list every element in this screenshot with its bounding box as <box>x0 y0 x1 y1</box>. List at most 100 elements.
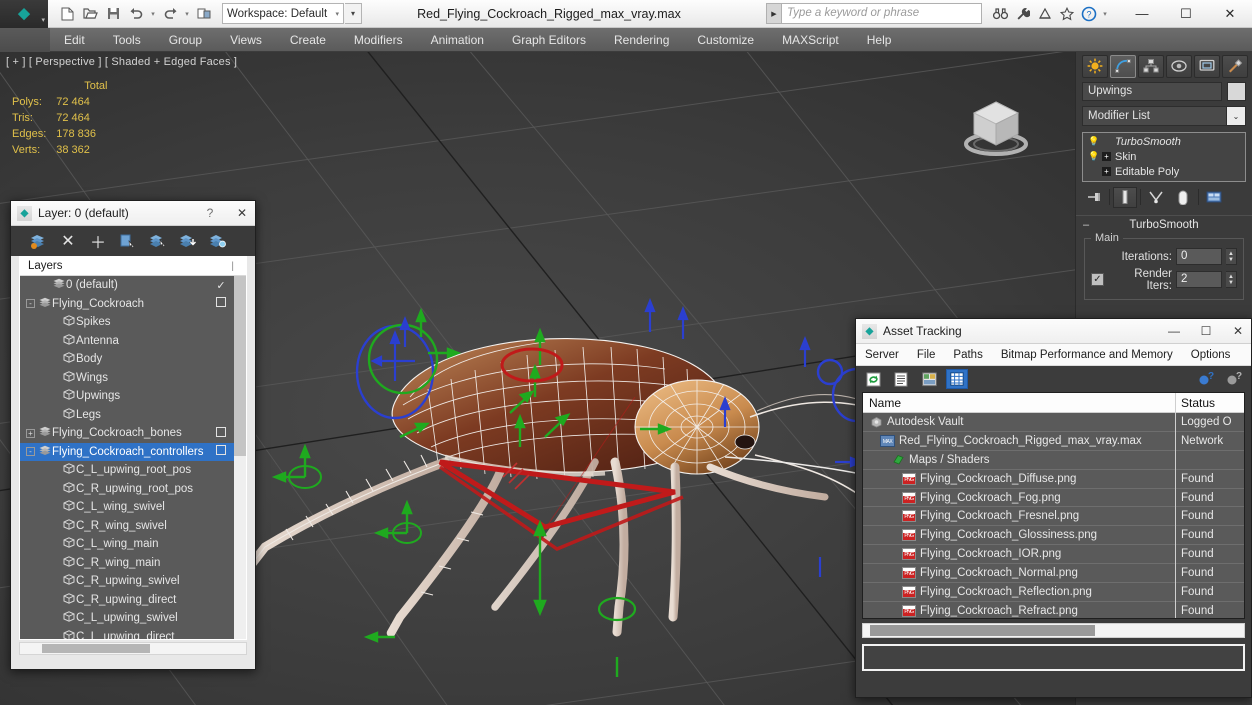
lightbulb-icon[interactable]: 💡 <box>1088 136 1099 147</box>
asset-dialog-titlebar[interactable]: ◆ Asset Tracking — ☐ ✕ <box>856 319 1251 344</box>
layer-row[interactable]: C_L_wing_swivel <box>20 498 234 517</box>
layer-vertical-scrollbar[interactable] <box>234 276 246 639</box>
menu-item-animation[interactable]: Animation <box>417 28 498 52</box>
layer-row[interactable]: Antenna <box>20 332 234 351</box>
layer-row[interactable]: C_R_wing_main <box>20 554 234 573</box>
asset-row[interactable]: Flying_Cockroach_Reflection.png Found <box>863 583 1244 602</box>
remove-modifier-icon[interactable] <box>1171 187 1195 208</box>
collapse-minus-icon[interactable]: - <box>26 299 35 309</box>
asset-maximize-button[interactable]: ☐ <box>1193 319 1219 344</box>
tab-create[interactable] <box>1082 54 1108 78</box>
tab-utilities[interactable] <box>1222 54 1248 78</box>
iterations-input[interactable]: 0 <box>1176 248 1222 265</box>
menu-item-rendering[interactable]: Rendering <box>600 28 683 52</box>
asset-row[interactable]: Flying_Cockroach_Glossiness.png Found <box>863 526 1244 546</box>
asset-column-status[interactable]: Status <box>1176 393 1244 412</box>
asset-menu-file[interactable]: File <box>908 344 945 366</box>
close-button[interactable]: ✕ <box>1208 0 1252 28</box>
refresh-icon[interactable] <box>862 369 884 389</box>
wrench-icon[interactable] <box>1012 3 1033 25</box>
menu-item-tools[interactable]: Tools <box>99 28 155 52</box>
layer-row[interactable]: C_L_wing_main <box>20 535 234 554</box>
asset-row[interactable]: Flying_Cockroach_IOR.png Found <box>863 545 1244 565</box>
asset-minimize-button[interactable]: — <box>1161 319 1187 344</box>
workspace-dropdown-button[interactable]: ▾ <box>345 3 362 24</box>
asset-row[interactable]: Flying_Cockroach_Fresnel.png Found <box>863 507 1244 527</box>
layer-row[interactable]: C_L_upwing_swivel <box>20 609 234 628</box>
asset-column-divider[interactable] <box>1175 393 1176 618</box>
layer-row[interactable]: Legs <box>20 406 234 425</box>
tab-modify[interactable] <box>1110 54 1136 78</box>
asset-menu-server[interactable]: Server <box>856 344 908 366</box>
undo-button[interactable] <box>125 3 147 25</box>
help-gray-icon[interactable]: ? <box>1223 369 1245 389</box>
modifier-stack[interactable]: 💡 TurboSmooth 💡 + Skin + Editable Poly <box>1082 132 1246 182</box>
render-iters-checkbox[interactable]: ✓ <box>1091 273 1104 286</box>
layer-row[interactable]: - Flying_Cockroach_controllers <box>20 442 234 461</box>
asset-column-name[interactable]: Name <box>863 393 1176 412</box>
menu-item-help[interactable]: Help <box>853 28 906 52</box>
layer-row[interactable]: C_L_upwing_root_pos <box>20 461 234 480</box>
asset-row[interactable]: Autodesk Vault Logged O <box>863 413 1244 432</box>
configure-modifier-sets-icon[interactable] <box>1202 187 1226 208</box>
layer-dialog-help-button[interactable]: ? <box>197 201 223 226</box>
render-iters-spinner[interactable]: ▲ ▼ <box>1226 271 1237 288</box>
delete-layer-icon[interactable]: ✕ <box>59 232 77 250</box>
make-unique-icon[interactable] <box>1144 187 1168 208</box>
set-current-layer-box-icon[interactable] <box>212 297 230 310</box>
pin-stack-icon[interactable] <box>1082 187 1106 208</box>
highlight-selected-objects-layer-icon[interactable] <box>149 232 167 250</box>
modifier-stack-item-turbosmooth[interactable]: 💡 TurboSmooth <box>1084 134 1244 149</box>
open-file-button[interactable] <box>79 3 101 25</box>
redo-dropdown-button[interactable]: ▾ <box>182 3 192 25</box>
iterations-spinner[interactable]: ▲ ▼ <box>1226 248 1237 265</box>
layer-dialog-titlebar[interactable]: ◆ Layer: 0 (default) ? ✕ <box>11 201 255 226</box>
rollout-collapse-icon[interactable]: – <box>1076 219 1096 231</box>
collapse-minus-icon[interactable]: - <box>26 447 35 457</box>
asset-tracking-dialog[interactable]: ◆ Asset Tracking — ☐ ✕ Server File Paths… <box>855 318 1252 698</box>
menu-item-edit[interactable]: Edit <box>50 28 99 52</box>
asset-row[interactable]: Red_Flying_Cockroach_Rigged_max_vray.max… <box>863 431 1244 451</box>
lightbulb-icon[interactable]: 💡 <box>1088 151 1099 162</box>
expand-plus-icon[interactable]: + <box>1102 167 1111 176</box>
view-cube[interactable] <box>957 92 1035 162</box>
asset-row-list[interactable]: Autodesk Vault Logged O Red_Flying_Cockroa… <box>863 413 1244 618</box>
modifier-stack-item-skin[interactable]: 💡 + Skin <box>1084 149 1244 164</box>
expand-plus-icon[interactable]: + <box>1102 152 1111 161</box>
asset-row[interactable]: Flying_Cockroach_Normal.png Found <box>863 564 1244 584</box>
app-logo-button[interactable]: ◆ ▾ <box>0 0 48 28</box>
layer-list-container[interactable]: Layers | 0 (default) ✓ - Flying_Cockroach Sp… <box>19 256 247 640</box>
layer-horizontal-scrollbar[interactable] <box>19 642 247 655</box>
object-color-swatch[interactable] <box>1227 82 1246 101</box>
new-file-button[interactable] <box>56 3 78 25</box>
menu-item-modifiers[interactable]: Modifiers <box>340 28 417 52</box>
search-flag-icon[interactable]: ▶ <box>766 3 782 24</box>
layer-row[interactable]: Spikes <box>20 313 234 332</box>
layer-dialog[interactable]: ◆ Layer: 0 (default) ? ✕ ✕ ＋ Layers | 0 … <box>10 200 256 670</box>
layer-properties-icon[interactable] <box>209 232 227 250</box>
render-iters-input[interactable]: 2 <box>1176 271 1222 288</box>
save-file-button[interactable] <box>102 3 124 25</box>
grid-view-icon[interactable] <box>946 369 968 389</box>
help-dropdown-icon[interactable]: ▾ <box>1100 3 1110 25</box>
layer-row[interactable]: C_R_upwing_root_pos <box>20 480 234 499</box>
redo-button[interactable] <box>159 3 181 25</box>
maximize-button[interactable]: ☐ <box>1164 0 1208 28</box>
layer-row[interactable]: Upwings <box>20 387 234 406</box>
set-current-layer-icon[interactable] <box>179 232 197 250</box>
add-selection-to-layer-icon[interactable]: ＋ <box>89 232 107 252</box>
asset-row[interactable]: Flying_Cockroach_Fog.png Found <box>863 488 1244 508</box>
create-new-layer-icon[interactable] <box>29 232 47 250</box>
menu-item-create[interactable]: Create <box>276 28 340 52</box>
set-current-layer-box-icon[interactable] <box>212 426 230 440</box>
current-layer-check-icon[interactable]: ✓ <box>212 279 230 292</box>
search-input[interactable]: Type a keyword or phrase <box>782 3 982 24</box>
modifier-list-caret-icon[interactable]: ⌄ <box>1227 106 1246 126</box>
binoculars-icon[interactable] <box>990 3 1011 25</box>
expand-plus-icon[interactable]: + <box>26 428 35 438</box>
transform-gizmos[interactable] <box>245 277 905 677</box>
list-view-icon[interactable] <box>890 369 912 389</box>
tab-motion[interactable] <box>1166 54 1192 78</box>
layer-row[interactable]: - Flying_Cockroach <box>20 295 234 314</box>
undo-dropdown-button[interactable]: ▾ <box>148 3 158 25</box>
